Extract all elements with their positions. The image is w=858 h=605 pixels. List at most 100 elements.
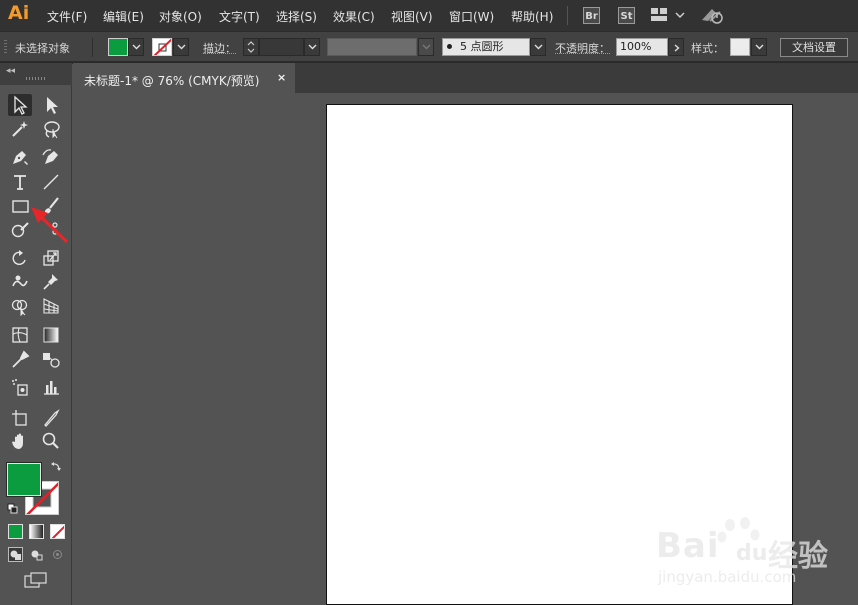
default-fill-stroke-icon[interactable] [7,503,19,518]
pin-icon [43,274,58,290]
mesh-tool[interactable] [8,324,32,346]
zoom-tool[interactable] [39,430,63,452]
blend-icon [43,353,60,368]
menu-type[interactable]: 文字(T) [219,8,260,25]
scale-tool[interactable] [39,247,63,269]
control-bar-grip[interactable] [4,40,7,54]
shape-builder-icon [11,299,28,316]
fill-dropdown-button[interactable] [128,38,144,56]
artboard-icon [12,410,27,426]
style-dropdown-button[interactable] [751,38,767,56]
shape-builder-tool[interactable] [8,295,32,317]
pen-icon [13,151,28,165]
color-mode-button[interactable] [8,524,23,539]
bridge-button[interactable]: Br [583,7,600,24]
line-segment-tool[interactable] [39,171,63,193]
draw-behind-icon[interactable] [29,547,44,565]
draw-normal-icon[interactable] [8,547,23,565]
stepper-arrows-icon [247,41,255,53]
opacity-flyout-button[interactable] [668,38,684,56]
blend-tool[interactable] [39,349,63,371]
control-separator [92,38,93,57]
curvature-tool[interactable] [39,146,63,168]
scissors-tool[interactable] [39,219,63,241]
column-graph-tool[interactable] [39,376,63,398]
line-segment-icon [43,174,59,190]
puppet-warp-tool[interactable] [39,271,63,293]
gradient-tool[interactable] [39,324,63,346]
tools-panel: ◂◂ [0,63,72,605]
shaper-tool[interactable] [8,219,32,241]
artboard-tool[interactable] [8,407,32,429]
menu-file[interactable]: 文件(F) [47,8,87,25]
menu-effect[interactable]: 效果(C) [333,8,375,25]
selection-status: 未选择对象 [15,42,70,55]
mesh-icon [12,327,28,343]
paintbrush-tool[interactable] [39,195,63,217]
warp-icon [12,275,28,287]
menu-object[interactable]: 对象(O) [159,8,202,25]
none-mode-button[interactable] [50,524,65,539]
eyedropper-tool[interactable] [8,349,32,371]
stroke-color-swatch[interactable] [152,38,172,56]
workspace-switcher-icon[interactable] [651,8,685,25]
column-graph-icon [44,381,59,395]
fill-color-box[interactable] [7,463,41,496]
stroke-dropdown-button[interactable] [173,38,189,56]
menu-separator [567,6,568,25]
hand-tool[interactable] [8,430,32,452]
opacity-label[interactable]: 不透明度： [555,40,610,56]
brush-name: 点圆形 [470,40,504,53]
no-stroke-icon [153,39,171,55]
opacity-input[interactable]: 100% [616,38,668,56]
document-tab[interactable]: 未标题-1* @ 76% (CMYK/预览) × [73,63,295,93]
style-label: 样式： [691,42,724,55]
menu-help[interactable]: 帮助(H) [511,8,553,25]
variable-width-dropdown[interactable] [418,38,434,56]
chevron-down-icon [534,44,543,50]
scale-icon [43,250,59,266]
rectangle-tool[interactable] [8,195,32,217]
symbol-sprayer-tool[interactable] [8,376,32,398]
pen-tool[interactable] [8,146,32,168]
chevron-down-icon [755,44,764,50]
perspective-grid-icon [43,298,59,314]
menu-window[interactable]: 窗口(W) [449,8,494,25]
draw-inside-icon[interactable] [50,547,65,565]
menu-view[interactable]: 视图(V) [391,8,433,25]
close-tab-icon[interactable]: × [277,71,286,84]
gpu-performance-icon[interactable] [700,6,724,27]
panel-grip[interactable] [26,77,46,80]
rotate-icon [12,250,26,266]
selection-tool[interactable] [8,94,32,116]
brush-definition-field[interactable]: 5 点圆形 [442,38,530,56]
screen-mode-icon[interactable] [24,572,48,591]
rotate-tool[interactable] [8,247,32,269]
stroke-weight-input[interactable] [259,38,304,56]
tools-panel-header[interactable]: ◂◂ [0,63,72,85]
perspective-grid-tool[interactable] [39,295,63,317]
warp-tool[interactable] [8,271,32,293]
graphic-style-swatch[interactable] [730,38,750,56]
chevron-down-icon [308,44,317,50]
slice-tool[interactable] [39,407,63,429]
stroke-weight-label[interactable]: 描边： [203,40,236,56]
magic-wand-tool[interactable] [8,118,32,140]
brush-dropdown-button[interactable] [530,38,546,56]
eraser-scissors-icon [52,222,58,235]
collapse-panel-icon[interactable]: ◂◂ [6,66,15,76]
swap-fill-stroke-icon[interactable] [50,461,62,476]
direct-selection-tool[interactable] [39,94,63,116]
stroke-weight-stepper[interactable] [243,38,259,56]
lasso-tool[interactable] [39,118,63,140]
stroke-weight-dropdown[interactable] [304,38,320,56]
type-tool[interactable] [8,171,32,193]
stock-button[interactable]: St [618,7,635,24]
variable-width-profile[interactable] [327,38,417,56]
gradient-mode-button[interactable] [29,524,44,539]
menu-edit[interactable]: 编辑(E) [103,8,144,25]
type-t-icon [14,175,26,190]
fill-color-swatch[interactable] [108,38,128,56]
menu-select[interactable]: 选择(S) [276,8,317,25]
document-setup-button[interactable]: 文档设置 [780,38,848,57]
